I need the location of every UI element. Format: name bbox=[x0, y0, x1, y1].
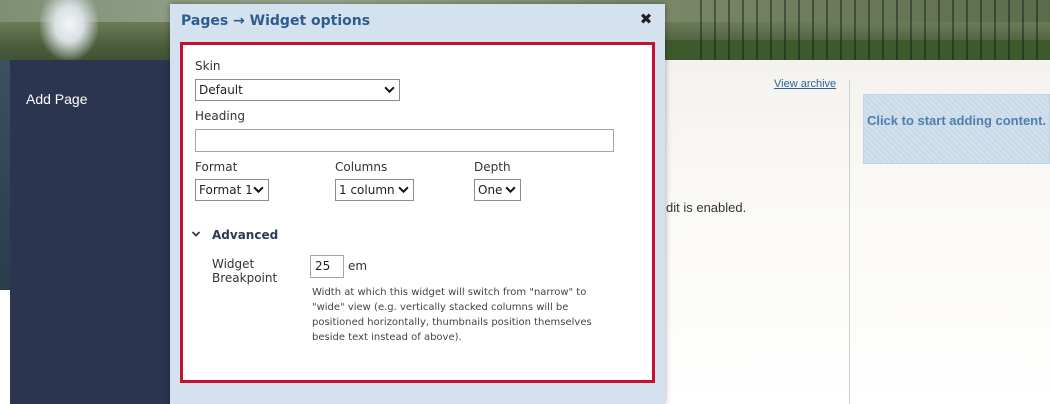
close-icon[interactable]: ✖ bbox=[637, 10, 655, 28]
breakpoint-help-text: Width at which this widget will switch f… bbox=[312, 287, 592, 343]
widget-breakpoint-input[interactable]: 25 bbox=[310, 255, 344, 278]
options-panel: Skin Default Heading Format Format 1 Col… bbox=[180, 42, 655, 383]
format-label: Format bbox=[195, 160, 238, 174]
photo-fence bbox=[700, 0, 1050, 60]
columns-select[interactable]: 1 column bbox=[335, 179, 414, 201]
heading-label: Heading bbox=[195, 109, 245, 123]
chevron-down-icon bbox=[384, 86, 395, 94]
breakpoint-unit: em bbox=[348, 259, 368, 273]
start-adding-content-box[interactable]: Click to start adding content. bbox=[863, 94, 1050, 164]
depth-select[interactable]: One bbox=[474, 179, 521, 201]
photo-fountain bbox=[40, 0, 98, 60]
advanced-toggle[interactable]: Advanced bbox=[212, 228, 278, 242]
sidebar: Add Page bbox=[10, 60, 170, 404]
view-archive-link[interactable]: View archive bbox=[774, 78, 836, 90]
dialog-title: Pages → Widget options bbox=[181, 13, 371, 29]
columns-select-value: 1 column bbox=[339, 183, 395, 197]
widget-breakpoint-label: Widget Breakpoint bbox=[212, 257, 278, 285]
chevron-down-icon bbox=[253, 186, 264, 194]
background-status-text: dit is enabled. bbox=[666, 200, 747, 215]
depth-select-value: One bbox=[478, 183, 503, 197]
chevron-down-icon bbox=[505, 186, 516, 194]
skin-select-value: Default bbox=[199, 83, 243, 97]
heading-input[interactable] bbox=[195, 129, 614, 152]
format-select-value: Format 1 bbox=[199, 183, 253, 197]
skin-label: Skin bbox=[195, 59, 221, 73]
add-page-link[interactable]: Add Page bbox=[26, 91, 88, 107]
depth-label: Depth bbox=[474, 160, 511, 174]
skin-select[interactable]: Default bbox=[195, 79, 400, 101]
format-select[interactable]: Format 1 bbox=[195, 179, 269, 201]
columns-label: Columns bbox=[335, 160, 388, 174]
column-divider bbox=[849, 80, 850, 404]
chevron-down-icon[interactable] bbox=[191, 229, 201, 239]
chevron-down-icon bbox=[398, 186, 409, 194]
widget-options-dialog: Pages → Widget options ✖ Skin Default He… bbox=[170, 4, 665, 404]
background-photo-strip bbox=[0, 60, 10, 290]
